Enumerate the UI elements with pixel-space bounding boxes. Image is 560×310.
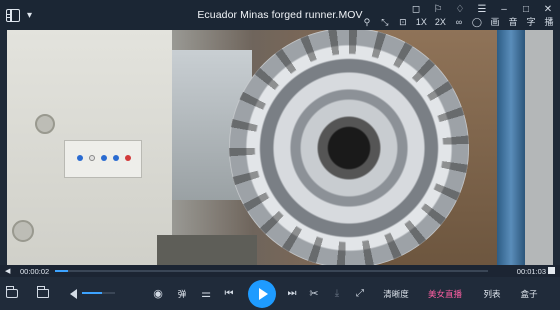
menu-icon[interactable]: ☰: [476, 4, 488, 16]
scissors-icon[interactable]: ✂: [308, 277, 320, 310]
clarity-button[interactable]: 清晰度: [381, 277, 411, 310]
mirror-icon[interactable]: ◻: [410, 4, 422, 16]
expand-icon[interactable]: ⤢: [354, 277, 366, 310]
volume-icon[interactable]: [68, 277, 78, 310]
current-time: 00:00:02: [20, 267, 50, 276]
next-icon[interactable]: ⏭: [286, 277, 298, 310]
download-icon[interactable]: ⤓: [331, 277, 343, 310]
title-bar: ▾ Ecuador Minas forged runner.MOV ◻ ⚐ ♢ …: [0, 0, 560, 30]
stop-icon[interactable]: [548, 267, 555, 274]
volume-slider[interactable]: [82, 292, 115, 294]
open-box-icon[interactable]: [5, 277, 19, 310]
speed-1x-button[interactable]: 1X: [416, 16, 427, 28]
seek-track[interactable]: [55, 270, 488, 272]
box-button[interactable]: 盒子: [518, 277, 540, 310]
notification-icon[interactable]: ⚐: [432, 4, 444, 16]
fullscreen-icon[interactable]: ⤡: [380, 16, 390, 28]
play-button[interactable]: [247, 277, 277, 310]
video-toolbar: ⚲ ⤡ ⊡ 1X 2X ∞ ◯ 画 音 字 播: [362, 16, 554, 28]
playlist-button[interactable]: 列表: [481, 277, 503, 310]
app-logo-icon[interactable]: [6, 8, 20, 22]
total-time: 00:01:03: [516, 267, 546, 276]
picture-button[interactable]: 画: [490, 16, 500, 28]
chat-icon[interactable]: ◯: [472, 16, 482, 28]
eye-icon[interactable]: ◉: [151, 277, 165, 310]
open-folder-icon[interactable]: [36, 277, 50, 310]
seek-bar[interactable]: ◀ 00:00:02 00:01:03: [0, 265, 560, 277]
window-maximize-icon[interactable]: □: [520, 4, 532, 16]
control-bar: ◉ 弹 ⚌ ⏮ ⏭ ✂ ⤓ ⤢ 清晰度 美女直播 列表 盒子: [0, 277, 560, 310]
app-menu-chevron-icon[interactable]: ▾: [27, 10, 32, 21]
speed-2x-button[interactable]: 2X: [435, 16, 446, 28]
pin-icon[interactable]: ⚲: [362, 16, 372, 28]
audio-button[interactable]: 音: [508, 16, 518, 28]
previous-icon[interactable]: ⏮: [223, 277, 235, 310]
danmu-button[interactable]: 弹: [175, 277, 189, 310]
equalizer-icon[interactable]: ⚌: [199, 277, 213, 310]
play-settings-button[interactable]: 播: [544, 16, 554, 28]
screenshot-icon[interactable]: ⊡: [398, 16, 408, 28]
subtitle-button[interactable]: 字: [526, 16, 536, 28]
seek-back-icon[interactable]: ◀: [5, 267, 10, 275]
live-stream-button[interactable]: 美女直播: [424, 277, 466, 310]
link-icon[interactable]: ∞: [454, 16, 464, 28]
skin-icon[interactable]: ♢: [454, 4, 466, 16]
seek-progress: [55, 270, 68, 272]
window-close-icon[interactable]: ✕: [542, 4, 554, 16]
video-frame[interactable]: [7, 30, 553, 265]
window-minimize-icon[interactable]: –: [498, 4, 510, 16]
